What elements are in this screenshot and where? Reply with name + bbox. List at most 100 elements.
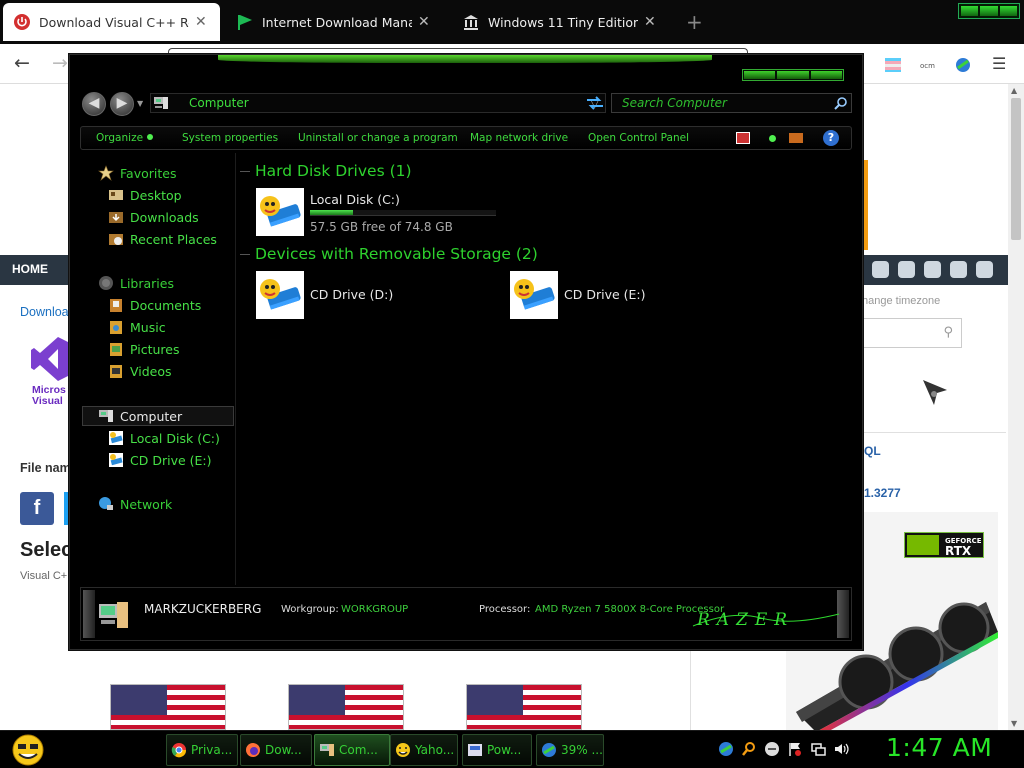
- nvidia-logo: [907, 535, 939, 555]
- search-input[interactable]: Search Computer: [611, 93, 852, 113]
- nav-favorites[interactable]: Favorites: [98, 163, 176, 183]
- taskbar-item-chrome[interactable]: Priva...: [166, 734, 238, 766]
- group-hard-disk-drives[interactable]: Hard Disk Drives (1): [240, 159, 412, 183]
- nav-computer[interactable]: Computer: [98, 406, 182, 426]
- pinterest-icon[interactable]: [898, 261, 915, 278]
- power-icon: [14, 14, 30, 30]
- search-icon[interactable]: ⚲: [943, 325, 953, 340]
- idm-tray-icon[interactable]: [718, 741, 734, 757]
- extension-icon[interactable]: ocm: [920, 56, 938, 74]
- change-view-icon[interactable]: [736, 132, 750, 144]
- nav-cd-drive-e[interactable]: CD Drive (E:): [108, 450, 212, 470]
- sidebar-link[interactable]: QL: [864, 444, 881, 458]
- change-timezone-link[interactable]: hange timezone: [862, 295, 940, 307]
- explorer-back-button[interactable]: ◀: [82, 92, 106, 116]
- drive-local-disk-c[interactable]: Local Disk (C:) 57.5 GB free of 74.8 GB: [256, 188, 516, 240]
- drive-cd-d[interactable]: CD Drive (D:): [256, 271, 456, 323]
- network-tray-icon[interactable]: [810, 741, 826, 757]
- taskbar-item-yahoo[interactable]: Yaho...: [390, 734, 458, 766]
- svg-text:ocm: ocm: [920, 62, 935, 70]
- search-tray-icon[interactable]: [741, 741, 757, 757]
- minus-circle-icon[interactable]: [764, 741, 780, 757]
- forward-button[interactable]: →: [52, 52, 68, 74]
- window-controls[interactable]: [958, 3, 1020, 19]
- taskbar-item-download-progress[interactable]: 39% ...: [536, 734, 604, 766]
- pictures-icon: [110, 343, 122, 356]
- scroll-down-icon[interactable]: ▼: [1011, 719, 1017, 728]
- drive-cd-e[interactable]: CD Drive (E:): [510, 271, 710, 323]
- uninstall-program-button[interactable]: Uninstall or change a program: [298, 132, 458, 144]
- nav-documents[interactable]: Documents: [108, 295, 201, 315]
- start-button-smiley-icon[interactable]: [8, 732, 48, 768]
- processor-label: Processor:: [479, 604, 531, 615]
- group-removable-storage[interactable]: Devices with Removable Storage (2): [240, 242, 538, 266]
- nav-videos[interactable]: Videos: [108, 361, 172, 381]
- home-link[interactable]: HOME: [12, 262, 48, 276]
- network-icon: [99, 497, 113, 510]
- idm-extension-icon[interactable]: [954, 56, 972, 74]
- browser-tab-visual-cpp[interactable]: Download Visual C++ Redistrib ✕: [3, 3, 220, 41]
- address-bar[interactable]: Computer ▽: [150, 93, 606, 113]
- page-scrollbar[interactable]: ▲ ▼: [1008, 84, 1024, 730]
- open-control-panel-button[interactable]: Open Control Panel: [588, 132, 689, 144]
- youtube-icon[interactable]: [950, 261, 967, 278]
- back-button[interactable]: ←: [14, 52, 30, 74]
- browser-tab-idm[interactable]: Internet Download Manager: Th ✕: [226, 3, 444, 41]
- nav-downloads[interactable]: Downloads: [108, 207, 199, 227]
- powershell-icon: [468, 744, 482, 756]
- facebook-share-button[interactable]: f: [20, 492, 54, 525]
- close-tab-icon[interactable]: ✕: [644, 14, 656, 30]
- preview-pane-icon[interactable]: [789, 133, 803, 143]
- nav-local-disk-c[interactable]: Local Disk (C:): [108, 428, 220, 448]
- content-pane: Hard Disk Drives (1) Local Disk (C:) 57.…: [240, 153, 852, 585]
- taskbar-item-powershell[interactable]: Pow...: [462, 734, 532, 766]
- close-button[interactable]: [810, 71, 842, 79]
- view-options-dropdown-icon[interactable]: [769, 135, 776, 142]
- new-tab-button[interactable]: +: [686, 10, 703, 34]
- organize-menu[interactable]: Organize: [96, 132, 154, 144]
- details-pane: MARKZUCKERBERG Workgroup: WORKGROUP Proc…: [80, 587, 852, 641]
- breadcrumb-link[interactable]: Downloa: [20, 305, 69, 319]
- map-network-drive-button[interactable]: Map network drive: [470, 132, 568, 144]
- volume-icon[interactable]: [833, 741, 849, 757]
- taskbar-item-computer[interactable]: Com...: [314, 734, 390, 766]
- recent-pages-dropdown-icon[interactable]: ▼: [137, 99, 143, 108]
- explorer-forward-button[interactable]: ▶: [110, 92, 134, 116]
- nav-network[interactable]: Network: [98, 494, 172, 514]
- sidebar-search-input[interactable]: ⚲: [862, 318, 962, 348]
- nav-libraries[interactable]: Libraries: [98, 273, 174, 293]
- menu-icon[interactable]: ☰: [992, 54, 1006, 73]
- file-name-label: File nam: [20, 461, 71, 475]
- taskbar: Priva... Dow... Com... Yaho... Pow... 39…: [0, 730, 1024, 768]
- taskbar-clock[interactable]: 1:47 AM: [886, 733, 992, 762]
- close-tab-icon[interactable]: ✕: [195, 14, 207, 30]
- product-logo-text: Micros Visual: [32, 384, 66, 407]
- help-icon[interactable]: ?: [823, 130, 839, 146]
- extension-flag-icon[interactable]: [884, 56, 902, 74]
- nav-pictures[interactable]: Pictures: [108, 339, 180, 359]
- nav-music[interactable]: Music: [108, 317, 166, 337]
- music-icon: [110, 321, 122, 334]
- window-caption-buttons[interactable]: [742, 69, 844, 81]
- action-center-flag-icon[interactable]: [787, 741, 803, 757]
- minimize-button[interactable]: [744, 71, 776, 79]
- scrollbar-thumb[interactable]: [1011, 98, 1021, 240]
- address-text[interactable]: Computer: [189, 96, 249, 110]
- browser-tab-windows11[interactable]: Windows 11 Tiny Edition (22000 ✕: [452, 3, 672, 41]
- close-tab-icon[interactable]: ✕: [418, 14, 430, 30]
- nav-recent-places[interactable]: Recent Places: [108, 229, 217, 249]
- dropdown-icon: [147, 134, 154, 140]
- search-icon[interactable]: [834, 96, 848, 110]
- system-properties-button[interactable]: System properties: [182, 132, 278, 144]
- nav-desktop[interactable]: Desktop: [108, 185, 182, 205]
- instagram-icon[interactable]: [924, 261, 941, 278]
- desktop-icon: [109, 190, 123, 200]
- scroll-up-icon[interactable]: ▲: [1011, 86, 1017, 95]
- taskbar-item-firefox[interactable]: Dow...: [240, 734, 312, 766]
- twitter-icon[interactable]: [872, 261, 889, 278]
- maximize-button[interactable]: [777, 71, 809, 79]
- sidebar-link[interactable]: 1.3277: [864, 486, 901, 500]
- refresh-icon[interactable]: [585, 95, 605, 111]
- rss-icon[interactable]: [976, 261, 993, 278]
- computer-icon: [99, 410, 113, 422]
